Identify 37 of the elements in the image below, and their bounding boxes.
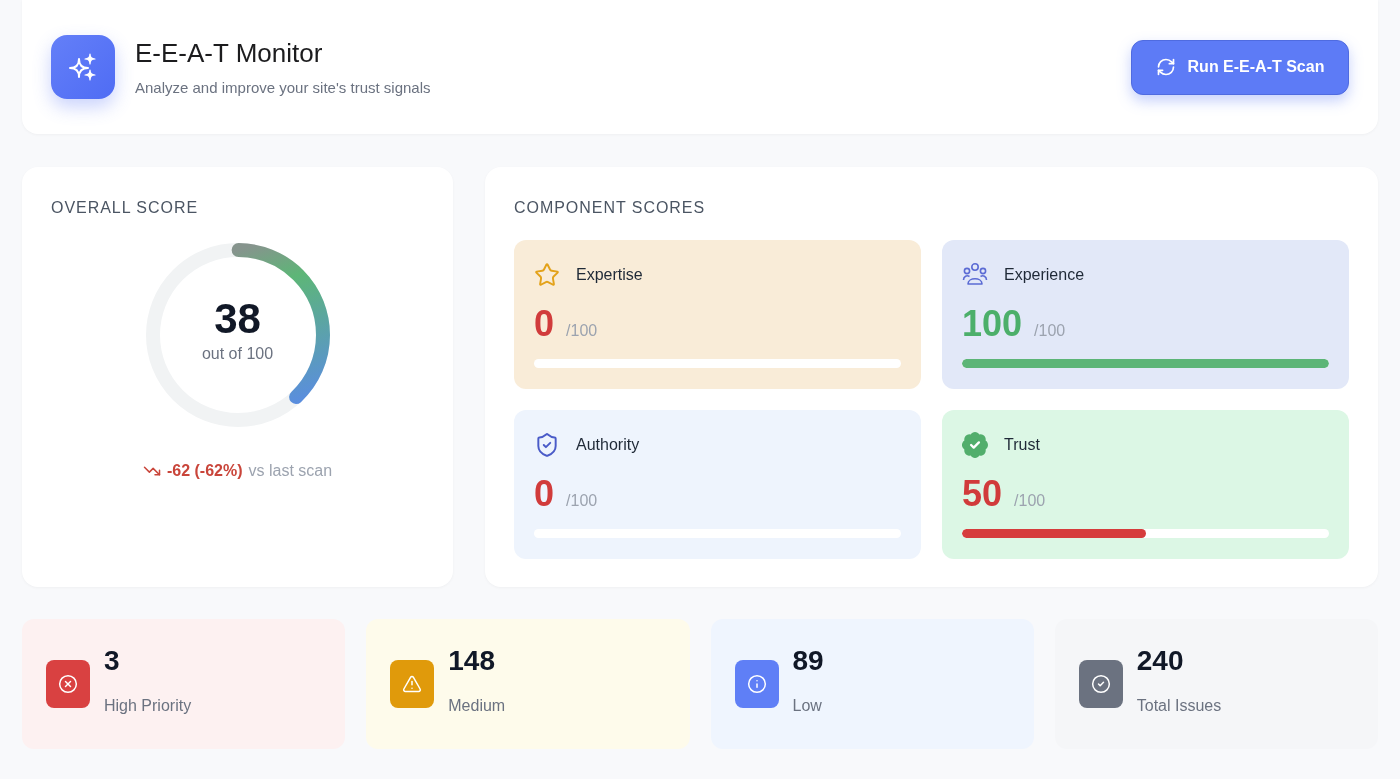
section-heading: COMPONENT SCORES (514, 198, 706, 218)
issue-label: Total Issues (1136, 696, 1222, 716)
issue-count: 240 (1136, 646, 1184, 676)
component-score-max: /100 (566, 491, 598, 511)
info-icon (734, 660, 779, 708)
component-score: 100 (962, 304, 1023, 344)
component-label: Experience (1004, 265, 1085, 285)
overall-score-value: 38 (214, 296, 261, 342)
refresh-icon (1155, 57, 1176, 77)
issue-count: 3 (104, 646, 120, 676)
check-badge-icon (962, 432, 988, 458)
shield-check-icon (534, 432, 560, 458)
component-score-max: /100 (1014, 491, 1046, 511)
run-scan-button[interactable]: Run E-E-A-T Scan (1131, 39, 1349, 95)
component-score-max: /100 (566, 321, 598, 341)
users-icon (962, 262, 988, 288)
issue-count: 148 (448, 646, 495, 676)
component-label: Expertise (576, 265, 643, 285)
issue-count: 89 (792, 646, 824, 676)
sparkles-icon (51, 35, 115, 99)
component-label: Trust (1004, 435, 1040, 455)
issue-label: Low (792, 696, 822, 716)
overall-score-caption: out of 100 (201, 344, 274, 364)
component-label: Authority (576, 435, 640, 455)
component-score: 0 (534, 304, 555, 344)
component-score: 50 (962, 474, 1003, 514)
issue-label: Medium (448, 696, 506, 716)
component-score: 0 (534, 474, 555, 514)
issue-label: High Priority (104, 696, 192, 716)
app-subtitle: Analyze and improve your site's trust signals (135, 77, 431, 98)
app-title: E-E-A-T Monitor (135, 36, 323, 69)
score-change: -62 (-62%) (166, 461, 243, 481)
section-heading: OVERALL SCORE (51, 198, 199, 218)
score-change-label: vs last scan (248, 461, 333, 481)
star-icon (534, 262, 560, 288)
component-score-max: /100 (1034, 321, 1066, 341)
warning-icon (390, 660, 435, 708)
